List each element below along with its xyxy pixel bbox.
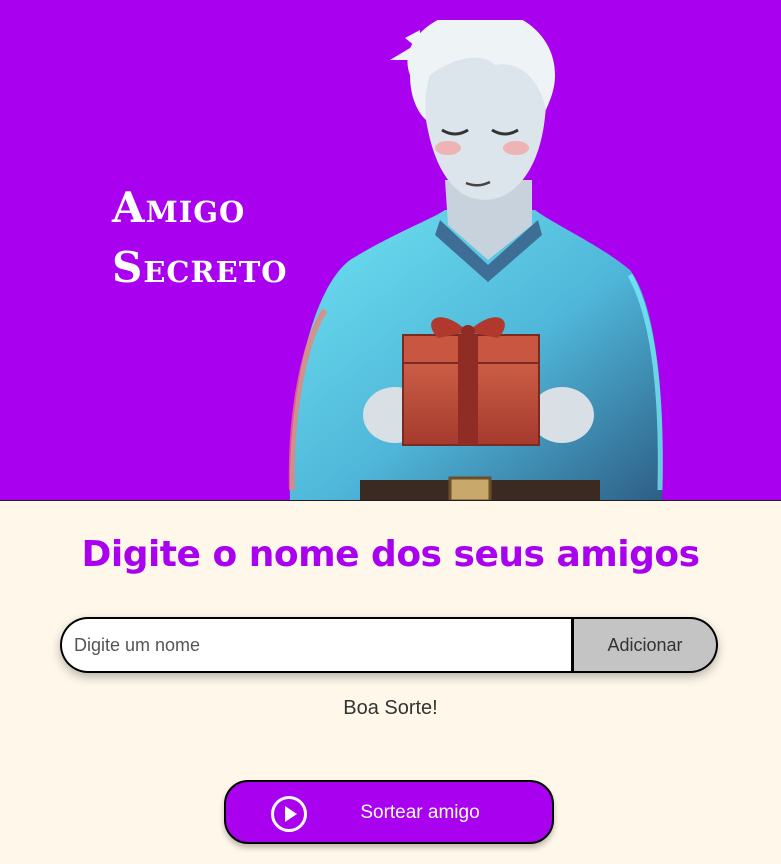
name-input[interactable] [60,617,571,673]
draw-button-label: Sortear amigo [360,802,480,823]
app-title-line-1: Amigo [112,183,246,232]
result-text: Boa Sorte! [343,697,438,719]
add-button[interactable]: Adicionar [571,617,718,673]
app-title-line-2: Secreto [112,243,288,292]
person-holding-gift-icon [288,20,663,500]
draw-friend-button[interactable]: Sortear amigo [224,780,554,844]
add-friend-form: Adicionar [60,617,718,673]
app-title: Amigo Secreto [112,178,288,298]
play-circle-icon [271,796,307,832]
main-content: Digite o nome dos seus amigos Adicionar … [0,501,781,864]
section-heading: Digite o nome dos seus amigos [81,534,700,575]
hero-banner: Amigo Secreto [0,0,781,501]
